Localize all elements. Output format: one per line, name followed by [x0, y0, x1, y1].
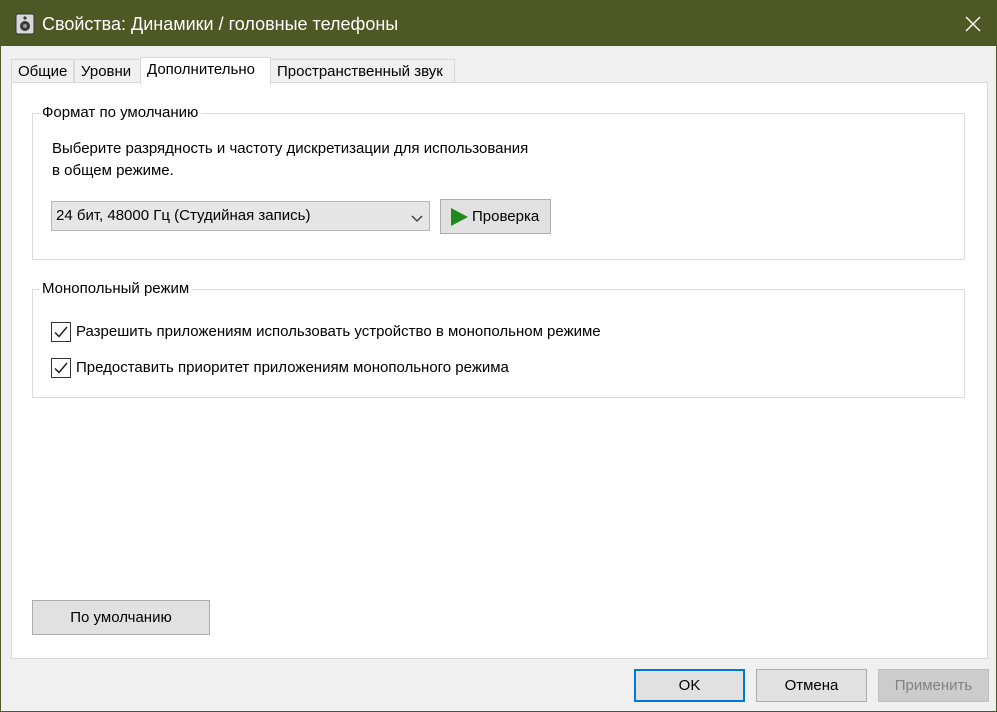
- chevron-down-icon: [411, 211, 423, 222]
- speaker-icon: [15, 13, 35, 35]
- format-description-line1: Выберите разрядность и частоту дискретиз…: [52, 140, 529, 157]
- allow-exclusive-label: Разрешить приложениям использовать устро…: [76, 323, 601, 340]
- exclusive-priority-option[interactable]: Предоставить приоритет приложениям моноп…: [51, 358, 571, 380]
- format-description-line2: в общем режиме.: [52, 162, 174, 179]
- close-icon: [965, 16, 981, 31]
- checkmark-icon: [54, 362, 68, 374]
- checkmark-icon: [54, 326, 68, 338]
- properties-dialog: Свойства: Динамики / головные телефоны О…: [0, 0, 997, 712]
- tab-general[interactable]: Общие: [11, 59, 74, 84]
- restore-defaults-button[interactable]: По умолчанию: [32, 600, 210, 635]
- format-select[interactable]: 24 бит, 48000 Гц (Студийная запись): [51, 201, 430, 231]
- exclusive-priority-label: Предоставить приоритет приложениям моноп…: [76, 359, 509, 376]
- allow-exclusive-option[interactable]: Разрешить приложениям использовать устро…: [51, 322, 651, 344]
- window-title: Свойства: Динамики / головные телефоны: [42, 14, 399, 34]
- play-icon: [450, 208, 468, 226]
- tab-spatial-sound[interactable]: Пространственный звук: [270, 59, 455, 84]
- tab-advanced[interactable]: Дополнительно: [140, 57, 271, 85]
- tab-panel-advanced: Формат по умолчанию Выберите разрядность…: [11, 82, 988, 659]
- cancel-button[interactable]: Отмена: [756, 669, 867, 702]
- exclusive-priority-checkbox[interactable]: [51, 358, 71, 378]
- test-button-label: Проверка: [472, 208, 540, 225]
- ok-button[interactable]: OK: [634, 669, 745, 702]
- close-button[interactable]: [950, 1, 996, 46]
- format-select-value: 24 бит, 48000 Гц (Студийная запись): [56, 207, 311, 224]
- allow-exclusive-checkbox[interactable]: [51, 322, 71, 342]
- format-description: Выберите разрядность и частоту дискретиз…: [52, 138, 572, 182]
- title-bar[interactable]: Свойства: Динамики / головные телефоны: [1, 1, 996, 46]
- exclusive-mode-group: Монопольный режим Разрешить приложениям …: [32, 280, 965, 398]
- default-format-legend: Формат по умолчанию: [39, 104, 202, 122]
- exclusive-mode-legend: Монопольный режим: [39, 280, 193, 298]
- tab-levels[interactable]: Уровни: [74, 59, 141, 84]
- apply-button[interactable]: Применить: [878, 669, 989, 702]
- default-format-group: Формат по умолчанию Выберите разрядность…: [32, 104, 965, 260]
- test-button[interactable]: Проверка: [440, 199, 551, 234]
